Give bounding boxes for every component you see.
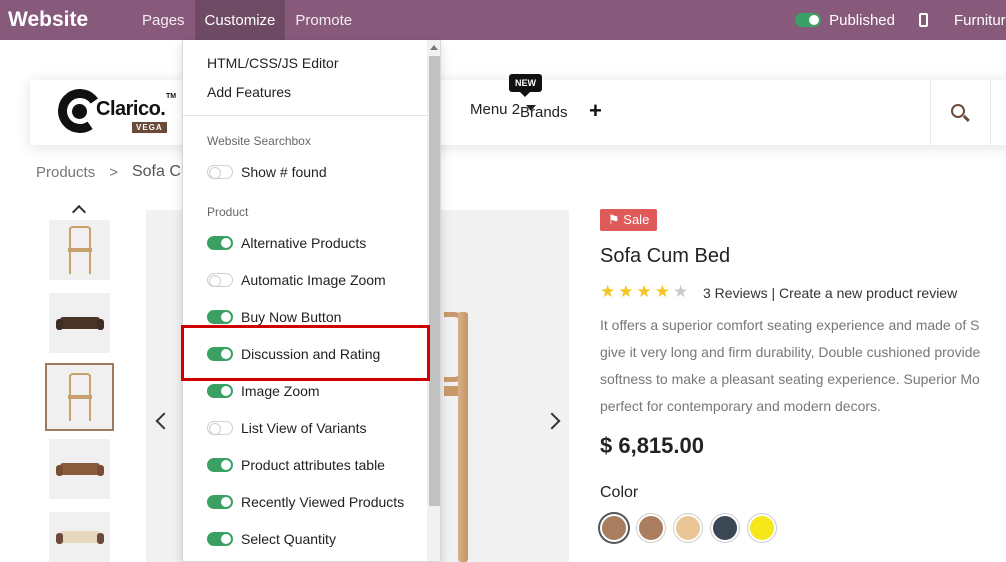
option-list-view-variants[interactable]: List View of Variants (207, 418, 367, 438)
color-swatch[interactable] (600, 514, 628, 542)
option-label: Select Quantity (241, 531, 336, 547)
thumbnail-sofa-brown[interactable] (49, 439, 110, 499)
option-image-zoom[interactable]: Image Zoom (207, 381, 320, 401)
new-badge: NEW (509, 74, 542, 97)
toggle-switch[interactable] (207, 458, 233, 472)
dropdown-scrollbar-thumb[interactable] (429, 56, 440, 506)
menu-item-add-features[interactable]: Add Features (207, 84, 291, 100)
mobile-preview-icon[interactable] (919, 13, 928, 27)
menu-item-html-editor[interactable]: HTML/CSS/JS Editor (207, 55, 338, 71)
reviews-link[interactable]: 3 Reviews | Create a new product review (703, 285, 957, 301)
description-line: perfect for contemporary and modern deco… (600, 398, 881, 414)
nav-brands[interactable]: Brands (520, 104, 568, 121)
thumbnail-up-chevron-icon[interactable] (71, 204, 87, 220)
option-label: Automatic Image Zoom (241, 272, 386, 288)
star-filled-icon: ★ (600, 282, 616, 301)
chair-image (66, 373, 94, 421)
color-swatch[interactable] (748, 514, 776, 542)
color-swatch[interactable] (711, 514, 739, 542)
site-logo[interactable]: Clarico. TM VEGA (54, 85, 177, 137)
description-line: softness to make a pleasant seating expe… (600, 371, 980, 387)
breadcrumb-products[interactable]: Products (36, 164, 95, 181)
description-line: give it very long and firm durability, D… (600, 344, 981, 360)
search-icon[interactable] (951, 104, 965, 118)
star-filled-icon: ★ (618, 282, 634, 301)
toggle-switch[interactable] (207, 495, 233, 509)
option-label: Show # found (241, 164, 327, 180)
option-show-found[interactable]: Show # found (207, 162, 327, 182)
header-divider (990, 80, 991, 145)
option-buy-now-button[interactable]: Buy Now Button (207, 307, 341, 327)
product-title: Sofa Cum Bed (600, 245, 731, 267)
thumbnail-chair-selected[interactable] (45, 363, 114, 431)
toggle-switch[interactable] (207, 384, 233, 398)
logo-dot-shape (72, 104, 87, 119)
section-header-product: Product (207, 205, 249, 219)
logo-text: Clarico. (96, 98, 166, 120)
customize-dropdown: HTML/CSS/JS Editor Add Features Website … (182, 40, 441, 562)
thumbnail-chair[interactable] (49, 220, 110, 280)
published-label[interactable]: Published (829, 12, 895, 29)
sofa-image (55, 527, 104, 547)
nav-menu-2-label: Menu 2 (470, 101, 521, 118)
description-line: It offers a superior comfort seating exp… (600, 317, 980, 333)
toggle-switch[interactable] (207, 421, 233, 435)
star-filled-icon: ★ (654, 282, 670, 301)
scroll-up-arrow-icon[interactable] (430, 45, 438, 50)
breadcrumb-separator: > (109, 164, 118, 181)
option-label: Buy Now Button (241, 309, 342, 325)
thumbnail-sofa-dark[interactable] (49, 293, 110, 353)
toggle-switch[interactable] (207, 273, 233, 287)
toggle-switch[interactable] (207, 236, 233, 250)
website-brand-label[interactable]: Website (0, 8, 132, 32)
option-alternative-products[interactable]: Alternative Products (207, 233, 366, 253)
thumbnail-sofa-cream[interactable] (49, 512, 110, 562)
sofa-image (55, 313, 104, 333)
option-label: List View of Variants (241, 420, 367, 436)
star-empty-icon: ★ (673, 282, 689, 301)
option-product-attributes-table[interactable]: Product attributes table (207, 455, 385, 475)
option-automatic-image-zoom[interactable]: Automatic Image Zoom (207, 270, 386, 290)
highlight-annotation-box (181, 325, 430, 381)
color-swatch[interactable] (674, 514, 702, 542)
option-label: Product attributes table (241, 457, 385, 473)
option-select-quantity[interactable]: Select Quantity (207, 529, 336, 549)
option-label: Recently Viewed Products (241, 494, 405, 510)
add-menu-icon[interactable]: + (589, 98, 602, 124)
option-recently-viewed-products[interactable]: Recently Viewed Products (207, 492, 404, 512)
section-header-searchbox: Website Searchbox (207, 134, 311, 148)
product-description: It offers a superior comfort seating exp… (600, 312, 1006, 420)
header-divider (930, 80, 931, 145)
sale-badge: ⚑ Sale (600, 209, 658, 231)
logo-badge: VEGA (132, 122, 167, 133)
color-swatches (600, 514, 776, 542)
star-filled-icon: ★ (636, 282, 652, 301)
color-swatch[interactable] (637, 514, 665, 542)
menu-promote[interactable]: Promote (285, 0, 362, 40)
toggle-switch[interactable] (207, 532, 233, 546)
sofa-image (55, 459, 104, 479)
published-toggle[interactable] (795, 13, 822, 27)
chair-image (444, 312, 468, 562)
rating-stars: ★ ★ ★ ★ ★ (600, 283, 688, 301)
product-price: $ 6,815.00 (600, 433, 704, 458)
menu-pages[interactable]: Pages (132, 0, 195, 40)
toggle-switch[interactable] (207, 165, 233, 179)
toggle-switch[interactable] (207, 310, 233, 324)
option-label: Alternative Products (241, 235, 367, 251)
website-switcher[interactable]: Furnitur (954, 12, 1006, 29)
admin-topbar: Website Pages Customize Promote Publishe… (0, 0, 1006, 40)
dropdown-divider (183, 115, 427, 116)
site-header: Clarico. TM VEGA Menu 2 NEW Brands + (30, 74, 1006, 145)
option-label: Image Zoom (241, 383, 320, 399)
menu-customize[interactable]: Customize (194, 0, 286, 40)
sale-badge-label: Sale (623, 212, 650, 227)
tag-icon: ⚑ (608, 212, 624, 227)
color-label: Color (600, 484, 639, 501)
logo-trademark: TM (166, 93, 177, 100)
chair-image (66, 226, 94, 274)
